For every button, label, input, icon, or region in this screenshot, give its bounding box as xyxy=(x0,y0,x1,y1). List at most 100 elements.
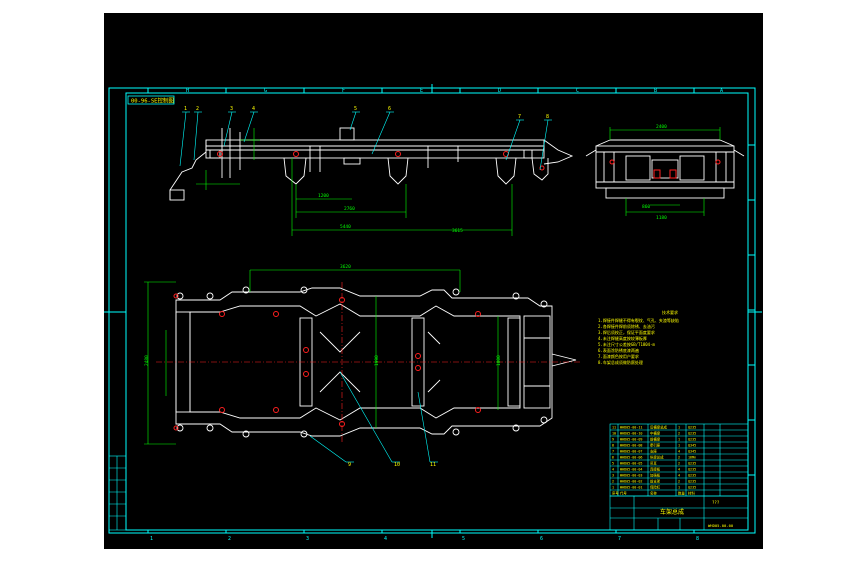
tech-note-line: 3.焊后须校正，保证平面度要求 xyxy=(598,329,655,335)
svg-text:后横梁总成: 后横梁总成 xyxy=(650,425,668,430)
end-view-highlights xyxy=(609,159,721,179)
svg-text:WHD05-00-11: WHD05-00-11 xyxy=(620,426,642,430)
svg-text:WHD05-00-09: WHD05-00-09 xyxy=(620,438,642,442)
svg-text:Q235: Q235 xyxy=(688,474,696,478)
svg-text:WHD05-00-05: WHD05-00-05 xyxy=(620,462,642,466)
zone-letter: D xyxy=(498,88,501,94)
svg-text:Q235: Q235 xyxy=(688,468,696,472)
callout-number: 4 xyxy=(252,106,255,112)
svg-text:Q345: Q345 xyxy=(688,450,696,454)
svg-text:吊耳: 吊耳 xyxy=(650,462,657,466)
svg-text:2: 2 xyxy=(612,480,614,484)
zone-letter: B xyxy=(654,88,657,94)
svg-text:Q235: Q235 xyxy=(688,438,696,442)
tech-note-line: 1.焊接件焊缝不得有裂纹、气孔、夹渣等缺陷 xyxy=(598,317,679,323)
drawing-number: WHD05-00-00 xyxy=(708,523,734,528)
svg-text:9: 9 xyxy=(612,438,614,442)
svg-text:2: 2 xyxy=(678,480,680,484)
zone-letter: G xyxy=(264,88,267,94)
svg-text:数量: 数量 xyxy=(678,491,685,496)
tech-notes-heading: 技术要求 xyxy=(662,309,678,315)
tech-notes: 技术要求 1.焊接件焊缝不得有裂纹、气孔、夹渣等缺陷 2.各焊接件焊前须除锈、去… xyxy=(598,309,679,365)
svg-text:10: 10 xyxy=(612,432,616,436)
plan-view-callouts xyxy=(309,371,438,463)
svg-text:WHD05-00-01: WHD05-00-01 xyxy=(620,486,642,490)
zone-number: 2 xyxy=(228,536,231,542)
svg-text:2: 2 xyxy=(678,462,680,466)
svg-text:材料: 材料 xyxy=(688,491,695,496)
dim-label: 1990 xyxy=(374,355,380,366)
plan-view-centerlines xyxy=(156,282,580,442)
callout-number: 3 xyxy=(230,106,233,112)
cad-drawing: H G F E D C B A 1 2 3 4 5 6 7 8 00-96-SE… xyxy=(104,84,762,542)
svg-text:5: 5 xyxy=(612,462,614,466)
callout-number: 8 xyxy=(546,114,549,120)
dim-label: 1180 xyxy=(656,215,667,221)
svg-text:3: 3 xyxy=(612,474,614,478)
drawing-name: 车架总成 xyxy=(660,508,684,516)
dim-label: 3620 xyxy=(340,264,351,270)
callout-number: 7 xyxy=(518,114,521,120)
tech-note-line: 5.未注尺寸公差按GB/T1804-m xyxy=(598,341,655,347)
svg-text:Q235: Q235 xyxy=(688,486,696,490)
end-view xyxy=(585,139,745,199)
svg-text:8: 8 xyxy=(612,444,614,448)
svg-text:WHD05-00-02: WHD05-00-02 xyxy=(620,480,642,484)
zone-letter: C xyxy=(576,88,579,94)
tech-note-line: 6.表面涂防锈底漆两遍 xyxy=(598,347,639,353)
svg-text:纵梁总成: 纵梁总成 xyxy=(650,455,664,460)
svg-text:WHD05-00-04: WHD05-00-04 xyxy=(620,468,642,472)
svg-text:1: 1 xyxy=(612,486,614,490)
svg-text:保险杠: 保险杠 xyxy=(650,485,661,490)
side-view-callout-text: 1 2 3 4 5 6 7 8 xyxy=(184,106,549,120)
zone-number: 1 xyxy=(150,536,153,542)
svg-text:1: 1 xyxy=(678,486,680,490)
dim-label: 1800 xyxy=(496,355,502,366)
svg-text:WHD05-00-10: WHD05-00-10 xyxy=(620,432,642,436)
svg-text:4: 4 xyxy=(612,468,614,472)
svg-text:序号: 序号 xyxy=(612,491,619,496)
svg-text:Q235: Q235 xyxy=(688,432,696,436)
end-view-dim-text: 2400 1180 860 xyxy=(642,124,667,221)
company-name: ??? xyxy=(712,500,720,505)
zone-letter: H xyxy=(186,88,189,94)
svg-text:1: 1 xyxy=(678,438,680,442)
svg-text:4: 4 xyxy=(678,468,680,472)
dim-label: 5440 xyxy=(340,224,351,230)
dim-label: 3615 xyxy=(452,228,463,234)
callout-number: 9 xyxy=(348,462,351,468)
svg-text:代号: 代号 xyxy=(620,491,627,496)
dim-label: 860 xyxy=(642,204,650,210)
svg-text:WHD05-00-07: WHD05-00-07 xyxy=(620,450,642,454)
svg-text:前支架: 前支架 xyxy=(650,479,661,484)
svg-text:连接板: 连接板 xyxy=(650,467,661,472)
svg-text:中横梁: 中横梁 xyxy=(650,431,661,436)
zone-number: 3 xyxy=(306,536,309,542)
svg-text:Q235: Q235 xyxy=(688,480,696,484)
svg-text:4: 4 xyxy=(678,474,680,478)
title-block-text: ??? 车架总成 WHD05-00-00 xyxy=(660,500,734,528)
plan-view-dim-text: 3620 2480 1990 1800 xyxy=(144,264,502,366)
title-tag-text: 00-96-SE控制图 xyxy=(131,97,174,105)
dim-label: 2760 xyxy=(344,206,355,212)
revision-block xyxy=(108,455,127,531)
zone-letter: A xyxy=(720,88,723,94)
svg-text:Q235: Q235 xyxy=(688,426,696,430)
svg-text:WHD05-00-08: WHD05-00-08 xyxy=(620,444,642,448)
svg-text:加强板: 加强板 xyxy=(650,473,661,478)
zone-number: 7 xyxy=(618,536,621,542)
callout-number: 2 xyxy=(196,106,199,112)
tech-note-line: 4.未注焊缝高度按较薄板厚 xyxy=(598,335,647,341)
tech-note-line: 2.各焊接件焊前须除锈、去油污 xyxy=(598,323,655,329)
title-tag: 00-96-SE控制图 xyxy=(127,95,174,105)
dim-label: 2400 xyxy=(656,124,667,130)
zone-letter: E xyxy=(420,88,423,94)
zone-number: 5 xyxy=(462,536,465,542)
callout-number: 5 xyxy=(354,106,357,112)
tech-note-line: 8.车架总成须做防腐处理 xyxy=(598,359,643,365)
svg-text:1: 1 xyxy=(678,444,680,448)
dim-label: 1200 xyxy=(318,193,329,199)
svg-text:名称: 名称 xyxy=(650,491,657,496)
svg-text:Q235: Q235 xyxy=(688,462,696,466)
svg-text:2: 2 xyxy=(678,432,680,436)
